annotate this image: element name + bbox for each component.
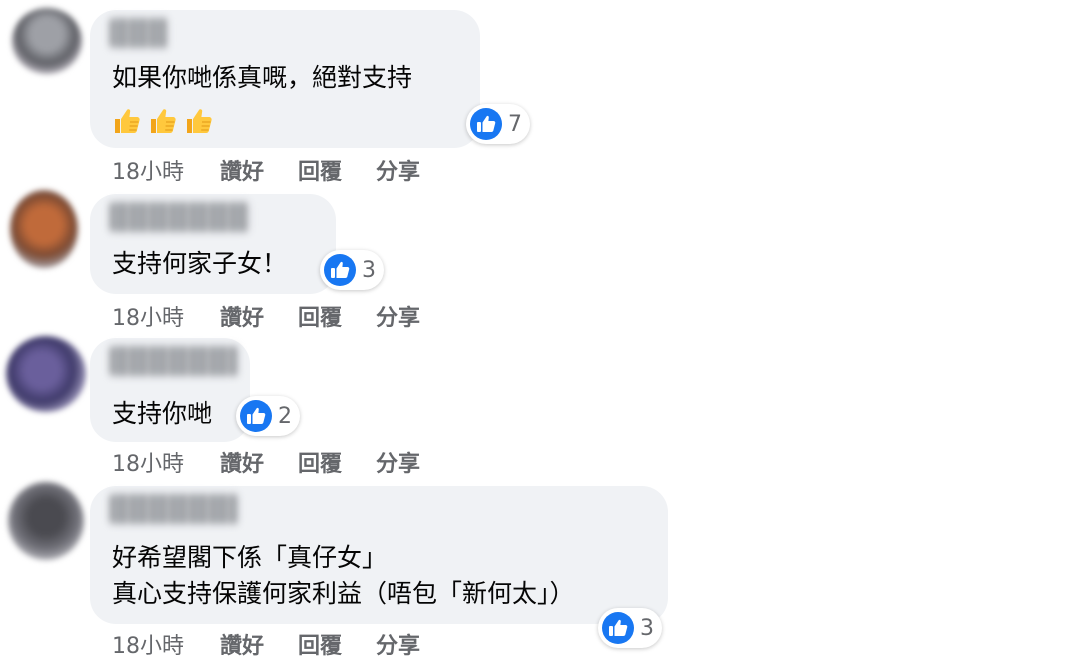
share-button[interactable]: 分享 bbox=[376, 300, 420, 332]
comment-item: 支持你哋 2 18小時 讚好 回覆 分享 bbox=[0, 332, 1080, 480]
timestamp[interactable]: 18小時 bbox=[112, 300, 220, 332]
comment-text: 支持你哋 bbox=[112, 399, 213, 428]
comment-item: 如果你哋係真嘅，絕對支持 7 18小時 讚好 回覆 分享 bbox=[0, 0, 1080, 190]
reaction-count: 2 bbox=[278, 403, 292, 429]
author-name-redacted[interactable] bbox=[110, 18, 168, 48]
like-button[interactable]: 讚好 bbox=[220, 446, 264, 478]
like-icon bbox=[470, 108, 502, 140]
timestamp[interactable]: 18小時 bbox=[112, 628, 220, 660]
comment-bubble: 好希望閣下係「真仔女」 真心支持保護何家利益（唔包「新何太」） bbox=[90, 486, 668, 624]
comment-text: 支持何家子女！ bbox=[112, 249, 288, 278]
comment-bubble: 支持何家子女！ bbox=[90, 194, 336, 294]
comment-text-line: 真心支持保護何家利益（唔包「新何太」） bbox=[112, 579, 575, 608]
reply-button[interactable]: 回覆 bbox=[298, 300, 342, 332]
reaction-summary[interactable]: 2 bbox=[236, 396, 300, 436]
author-name-redacted[interactable] bbox=[110, 202, 250, 232]
comment-item: 好希望閣下係「真仔女」 真心支持保護何家利益（唔包「新何太」） 3 18小時 讚… bbox=[0, 480, 1080, 662]
timestamp[interactable]: 18小時 bbox=[112, 154, 220, 186]
like-icon bbox=[240, 400, 272, 432]
like-icon bbox=[324, 254, 356, 286]
reply-button[interactable]: 回覆 bbox=[298, 154, 342, 186]
reply-button[interactable]: 回覆 bbox=[298, 628, 342, 660]
comment-text: 如果你哋係真嘅，絕對支持 bbox=[112, 63, 413, 92]
author-name-redacted[interactable] bbox=[110, 346, 238, 376]
reaction-summary[interactable]: 3 bbox=[598, 608, 662, 648]
comment-actions: 18小時 讚好 回覆 分享 bbox=[112, 154, 454, 186]
share-button[interactable]: 分享 bbox=[376, 154, 420, 186]
share-button[interactable]: 分享 bbox=[376, 446, 420, 478]
avatar[interactable] bbox=[6, 336, 86, 412]
emoji-row bbox=[112, 106, 214, 136]
author-name-redacted[interactable] bbox=[110, 494, 238, 524]
reaction-summary[interactable]: 7 bbox=[466, 104, 530, 144]
comment-bubble: 支持你哋 bbox=[90, 338, 250, 442]
comment-actions: 18小時 讚好 回覆 分享 bbox=[112, 628, 454, 660]
like-icon bbox=[602, 612, 634, 644]
avatar[interactable] bbox=[10, 190, 78, 268]
like-button[interactable]: 讚好 bbox=[220, 154, 264, 186]
like-button[interactable]: 讚好 bbox=[220, 628, 264, 660]
thumbs-up-emoji-icon bbox=[114, 108, 141, 134]
reaction-count: 3 bbox=[640, 615, 654, 641]
share-button[interactable]: 分享 bbox=[376, 628, 420, 660]
comment-actions: 18小時 讚好 回覆 分享 bbox=[112, 300, 454, 332]
thumbs-up-emoji-icon bbox=[186, 108, 213, 134]
like-button[interactable]: 讚好 bbox=[220, 300, 264, 332]
thumbs-up-emoji-icon bbox=[150, 108, 177, 134]
reaction-count: 7 bbox=[508, 111, 522, 137]
avatar[interactable] bbox=[8, 482, 84, 560]
comment-item: 支持何家子女！ 3 18小時 讚好 回覆 分享 bbox=[0, 190, 1080, 332]
comment-text-line: 好希望閣下係「真仔女」 bbox=[112, 543, 388, 572]
reaction-count: 3 bbox=[362, 257, 376, 283]
comment-actions: 18小時 讚好 回覆 分享 bbox=[112, 446, 454, 478]
timestamp[interactable]: 18小時 bbox=[112, 446, 220, 478]
reaction-summary[interactable]: 3 bbox=[320, 250, 384, 290]
avatar[interactable] bbox=[12, 8, 82, 74]
reply-button[interactable]: 回覆 bbox=[298, 446, 342, 478]
comment-bubble: 如果你哋係真嘅，絕對支持 bbox=[90, 10, 480, 148]
